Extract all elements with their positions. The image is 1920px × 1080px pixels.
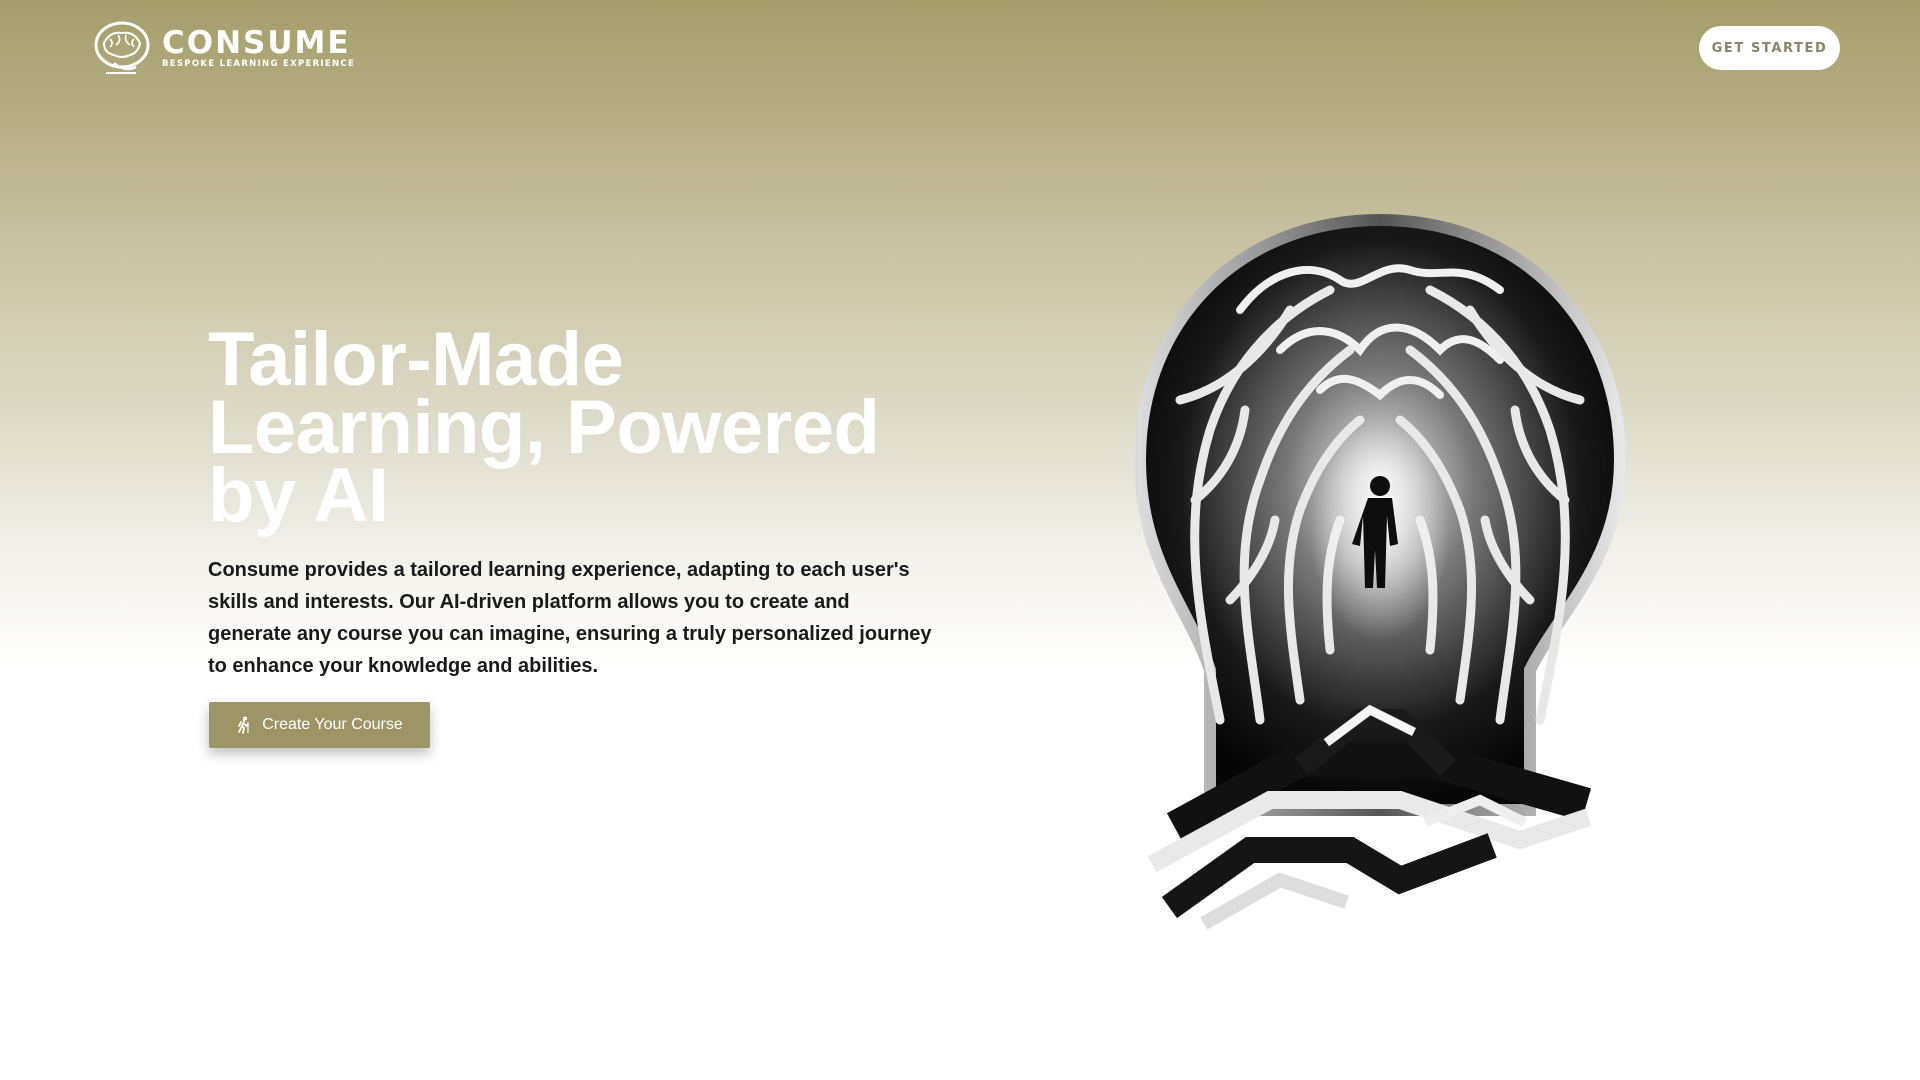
logo[interactable]: CONSUME BESPOKE LEARNING EXPERIENCE: [92, 18, 355, 78]
brain-maze-illustration: [1133, 213, 1627, 930]
hero-title: Tailor-Made Learning, Powered by AI: [208, 317, 908, 538]
hero-title-line: Tailor-Made: [208, 317, 624, 402]
site-header: CONSUME BESPOKE LEARNING EXPERIENCE GET …: [0, 0, 1920, 96]
logo-name: CONSUME: [162, 25, 351, 61]
get-started-button[interactable]: GET STARTED: [1699, 26, 1840, 70]
logo-tagline: BESPOKE LEARNING EXPERIENCE: [162, 59, 356, 69]
create-course-button[interactable]: Create Your Course: [209, 702, 430, 748]
create-course-label: Create Your Course: [262, 716, 403, 733]
hiker-icon: [238, 716, 250, 734]
brain-icon: [94, 21, 150, 74]
hero-title-line: Learning, Powered: [208, 385, 880, 470]
logo-text: CONSUME BESPOKE LEARNING EXPERIENCE: [162, 27, 355, 69]
hero-title-line: by AI: [208, 453, 389, 538]
hero-description: Consume provides a tailored learning exp…: [208, 559, 932, 677]
